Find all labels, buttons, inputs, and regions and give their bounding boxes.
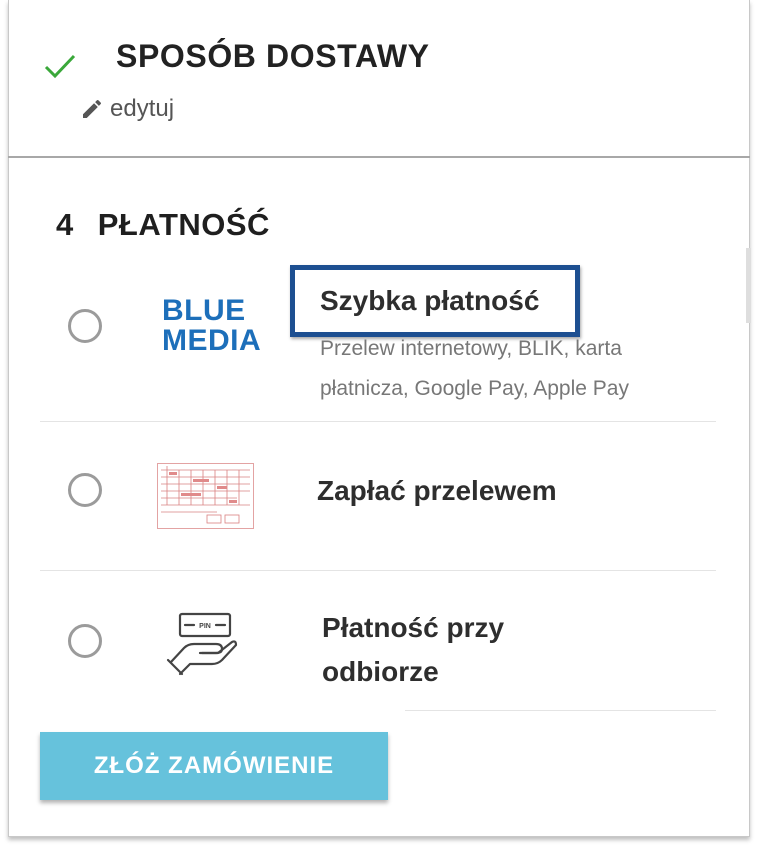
section-divider	[8, 156, 750, 158]
option-description-line2: płatnicza, Google Pay, Apple Pay	[320, 377, 629, 400]
option-title-transfer: Zapłać przelewem	[317, 475, 557, 506]
radio-blue-media[interactable]	[68, 309, 102, 343]
pencil-icon	[83, 99, 102, 118]
option-description-line1: Przelew internetowy, BLIK, karta	[320, 337, 622, 360]
radio-cod[interactable]	[68, 624, 102, 658]
radio-transfer[interactable]	[68, 473, 102, 507]
option-title-cod-line1: Płatność przy	[322, 612, 505, 643]
option-title-blue-media: Szybka płatność	[320, 285, 540, 316]
blue-media-logo-line2: MEDIA	[162, 324, 262, 357]
place-order-button[interactable]: ZŁÓŻ ZAMÓWIENIE	[40, 732, 388, 800]
option-title-cod: Płatność przy odbiorze	[322, 606, 504, 694]
option-divider	[405, 710, 716, 711]
step-title: PŁATNOŚĆ	[97, 207, 270, 242]
payment-section-title: 4 PŁATNOŚĆ	[56, 207, 270, 243]
check-icon	[44, 54, 76, 79]
option-description: Przelew internetowy, BLIK, karta płatnic…	[320, 329, 629, 409]
step-number: 4	[56, 207, 74, 242]
blue-media-logo: BLUE MEDIA	[162, 296, 272, 356]
edit-delivery-link[interactable]: edytuj	[80, 93, 174, 125]
cash-on-delivery-hand-card-icon: PIN	[166, 612, 238, 676]
delivery-section-title: SPOSÓB DOSTAWY	[116, 38, 430, 74]
bank-transfer-form-icon	[157, 463, 254, 529]
scroll-track	[746, 248, 751, 323]
option-title-cod-line2: odbiorze	[322, 656, 439, 687]
svg-text:PIN: PIN	[199, 623, 211, 630]
blue-media-logo-line1: BLUE	[162, 294, 246, 327]
edit-label: edytuj	[110, 95, 175, 122]
